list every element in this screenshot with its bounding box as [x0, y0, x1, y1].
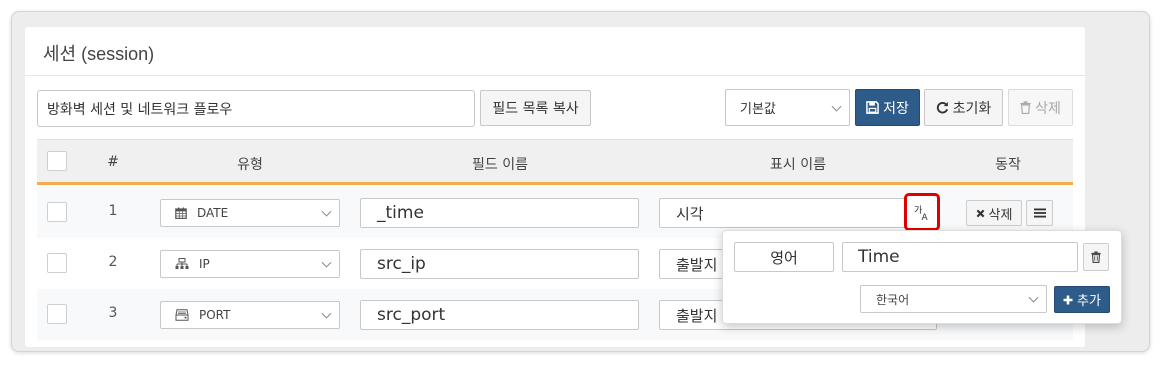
type-value: DATE — [197, 206, 229, 220]
table-header: # 유형 필드 이름 표시 이름 동작 — [37, 139, 1073, 185]
row-checkbox[interactable] — [47, 253, 67, 273]
field-name-value: src_port — [377, 305, 446, 325]
preset-select[interactable]: 기본값 — [725, 89, 850, 126]
chevron-down-icon — [1028, 292, 1039, 303]
header-display-name: 표시 이름 — [770, 157, 826, 173]
chevron-down-icon — [321, 206, 332, 217]
delete-profile-button[interactable]: 삭제 — [1008, 89, 1073, 126]
delete-profile-label: 삭제 — [1035, 100, 1061, 117]
copy-field-list-button[interactable]: 필드 목록 복사 — [480, 90, 591, 126]
translation-value-input[interactable]: Time — [842, 242, 1078, 272]
chevron-down-icon — [321, 308, 332, 319]
add-translation-label: 추가 — [1077, 294, 1101, 309]
trash-icon — [1091, 251, 1101, 263]
delete-row-label: 삭제 — [988, 207, 1013, 223]
header-type: 유형 — [237, 157, 263, 173]
add-translation-button[interactable]: 추가 — [1054, 286, 1110, 313]
menu-icon — [1033, 208, 1046, 218]
select-all-checkbox[interactable] — [47, 151, 67, 171]
display-name-input[interactable]: 시각 — [659, 198, 937, 228]
profile-name-value: 방화벽 세션 및 네트워크 플로우 — [47, 101, 233, 118]
row-menu-button[interactable] — [1026, 200, 1053, 226]
panel-header: 세션 (session) — [25, 27, 1085, 76]
network-icon — [175, 258, 189, 269]
save-icon — [866, 101, 879, 114]
display-name-value: 출발지 — [676, 255, 718, 274]
trash-icon — [1020, 101, 1031, 114]
translate-icon: 가 A — [914, 205, 929, 221]
save-button[interactable]: 저장 — [855, 89, 920, 126]
reset-label: 초기화 — [952, 100, 992, 117]
save-label: 저장 — [883, 100, 909, 117]
calendar-icon — [175, 207, 187, 219]
refresh-icon — [936, 101, 948, 114]
display-name-value: 출발지 — [676, 306, 718, 325]
translation-popover: 영어 Time 한국어 추가 — [722, 230, 1122, 324]
header-number: # — [107, 154, 119, 170]
translation-language-label: 영어 — [770, 248, 798, 267]
field-name-value: _time — [377, 203, 424, 223]
field-name-value: src_ip — [377, 254, 426, 274]
row-checkbox[interactable] — [47, 202, 67, 222]
delete-row-button[interactable]: 삭제 — [966, 200, 1022, 226]
svg-text:A: A — [922, 213, 929, 221]
plus-icon — [1063, 295, 1073, 304]
preset-value: 기본값 — [740, 102, 776, 117]
type-value: IP — [199, 257, 210, 271]
panel-title: 세션 (session) — [43, 44, 155, 64]
type-select[interactable]: PORT — [160, 301, 340, 329]
header-action: 동작 — [995, 157, 1021, 173]
header-field-name: 필드 이름 — [472, 157, 528, 173]
close-icon — [976, 209, 984, 217]
field-name-input[interactable]: src_port — [360, 300, 639, 330]
type-value: PORT — [199, 308, 231, 322]
delete-translation-button[interactable] — [1083, 243, 1109, 271]
reset-button[interactable]: 초기화 — [924, 89, 1003, 126]
row-checkbox[interactable] — [47, 304, 67, 324]
translation-language[interactable]: 영어 — [734, 242, 834, 272]
new-language-select[interactable]: 한국어 — [860, 285, 1047, 313]
chevron-down-icon — [321, 257, 332, 268]
type-select[interactable]: IP — [160, 250, 340, 278]
chevron-down-icon — [831, 101, 842, 112]
row-number: 1 — [108, 203, 118, 219]
translate-button[interactable]: 가 A — [904, 193, 940, 231]
type-select[interactable]: DATE — [160, 199, 340, 227]
row-number: 2 — [108, 254, 118, 270]
new-language-value: 한국어 — [876, 292, 910, 307]
display-name-value: 시각 — [676, 204, 704, 223]
translation-value: Time — [858, 247, 900, 267]
hdd-icon — [175, 309, 189, 321]
field-name-input[interactable]: _time — [360, 198, 639, 228]
row-number: 3 — [108, 305, 118, 321]
profile-name-input[interactable]: 방화벽 세션 및 네트워크 플로우 — [37, 90, 475, 127]
field-name-input[interactable]: src_ip — [360, 249, 639, 279]
copy-field-list-label: 필드 목록 복사 — [492, 101, 579, 117]
